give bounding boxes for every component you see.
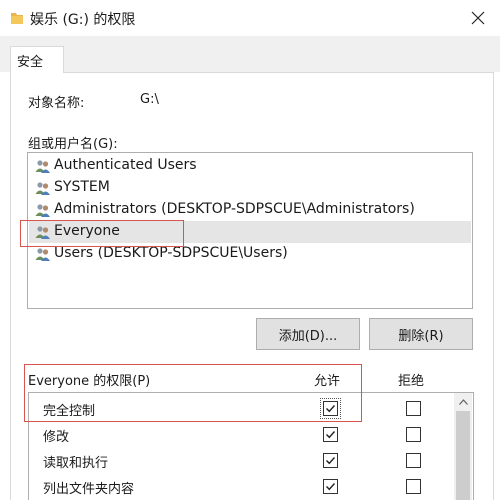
users-icon bbox=[35, 160, 50, 173]
add-button[interactable]: 添加(D)... bbox=[256, 318, 360, 350]
user-name: SYSTEM bbox=[54, 179, 110, 195]
allow-checkbox[interactable] bbox=[323, 479, 338, 494]
deny-checkbox[interactable] bbox=[406, 453, 421, 468]
users-icon bbox=[35, 248, 50, 261]
checkmark-icon bbox=[326, 431, 336, 439]
permission-name: 修改 bbox=[43, 430, 70, 445]
tab-strip bbox=[0, 36, 500, 72]
checkmark-icon bbox=[326, 457, 336, 465]
list-item[interactable]: SYSTEM bbox=[29, 177, 471, 199]
permission-name: 读取和执行 bbox=[43, 456, 109, 471]
highlight-box-full-control bbox=[24, 364, 362, 422]
user-name: Administrators (DESKTOP-SDPSCUE\Administ… bbox=[54, 201, 415, 217]
deny-column-header: 拒绝 bbox=[398, 374, 425, 389]
highlight-box-everyone bbox=[20, 220, 184, 247]
folder-icon bbox=[10, 10, 24, 26]
users-icon bbox=[35, 182, 50, 195]
allow-checkbox[interactable] bbox=[323, 453, 338, 468]
permission-name: 列出文件夹内容 bbox=[43, 482, 135, 497]
group-list-label: 组或用户名(G): bbox=[28, 137, 118, 152]
tab-security-label: 安全 bbox=[17, 55, 44, 70]
deny-checkbox[interactable] bbox=[406, 479, 421, 494]
object-name-value: G:\ bbox=[140, 92, 159, 107]
allow-checkbox[interactable] bbox=[323, 427, 338, 442]
user-name: Authenticated Users bbox=[54, 157, 197, 173]
permission-row: 列出文件夹内容 bbox=[29, 474, 457, 500]
window-title: 娱乐 (G:) 的权限 bbox=[30, 12, 136, 28]
deny-checkbox[interactable] bbox=[406, 427, 421, 442]
close-icon bbox=[471, 11, 485, 25]
permission-row: 修改 bbox=[29, 422, 457, 448]
remove-button[interactable]: 删除(R) bbox=[369, 318, 473, 350]
user-name: Users (DESKTOP-SDPSCUE\Users) bbox=[54, 245, 288, 261]
users-icon bbox=[35, 204, 50, 217]
checkmark-icon bbox=[326, 483, 336, 491]
scrollbar-thumb[interactable] bbox=[456, 411, 470, 500]
permission-row: 读取和执行 bbox=[29, 448, 457, 474]
deny-checkbox[interactable] bbox=[406, 401, 421, 416]
object-name-label: 对象名称: bbox=[28, 96, 85, 111]
scroll-up-button[interactable] bbox=[454, 393, 472, 410]
list-item[interactable]: Authenticated Users bbox=[29, 155, 471, 177]
close-button[interactable] bbox=[460, 3, 496, 33]
chevron-up-icon bbox=[458, 398, 468, 405]
list-item[interactable]: Administrators (DESKTOP-SDPSCUE\Administ… bbox=[29, 199, 471, 221]
